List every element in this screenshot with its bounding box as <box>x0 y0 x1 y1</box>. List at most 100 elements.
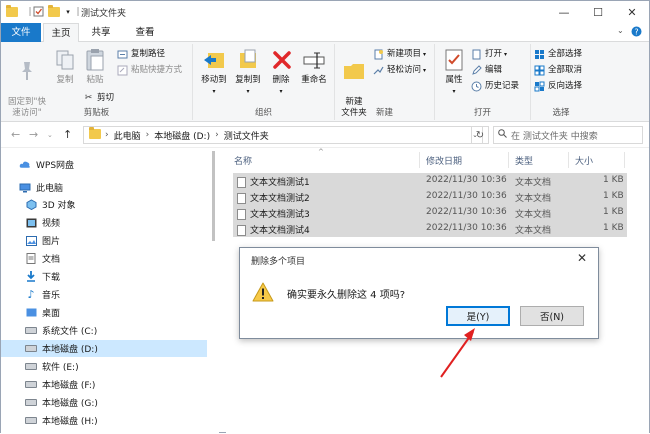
maximize-button[interactable]: ☐ <box>581 1 615 23</box>
dialog-close-icon[interactable]: ✕ <box>574 251 590 265</box>
rename-button[interactable]: 重命名 <box>297 47 331 86</box>
nav-item-pictures[interactable]: 图片 <box>1 232 207 249</box>
column-header-type[interactable]: 类型 <box>515 154 533 167</box>
collapse-ribbon-icon[interactable]: ⌄ <box>617 26 624 35</box>
tab-home[interactable]: 主页 <box>43 23 79 43</box>
help-icon[interactable]: ? <box>631 26 642 40</box>
nav-item-music[interactable]: ♪ 音乐 <box>1 286 207 303</box>
column-header-name[interactable]: 名称 <box>234 154 252 167</box>
nav-item-drive-e[interactable]: 软件 (E:) <box>1 358 207 375</box>
copy-label: 复制 <box>56 75 74 85</box>
file-row[interactable]: 文本文档测试3 2022/11/30 10:36 文本文档 1 KB <box>233 205 627 221</box>
open-icon <box>471 49 482 60</box>
nav-item-documents[interactable]: 文档 <box>1 250 207 267</box>
invert-selection-icon <box>534 81 545 92</box>
paste-button[interactable]: 粘贴 <box>81 47 109 86</box>
pin-icon <box>14 58 40 84</box>
recent-locations-chevron-icon[interactable]: ⌄ <box>47 131 53 139</box>
nav-item-3d-objects[interactable]: 3D 对象 <box>1 196 207 213</box>
easy-access-icon <box>373 65 384 76</box>
address-bar[interactable]: › 此电脑 › 本地磁盘 (D:) › 测试文件夹 ⌄ <box>83 126 483 144</box>
file-row[interactable]: 文本文档测试2 2022/11/30 10:36 文本文档 1 KB <box>233 189 627 205</box>
file-row[interactable]: 文本文档测试4 2022/11/30 10:36 文本文档 1 KB <box>233 221 627 237</box>
minimize-button[interactable]: — <box>547 1 581 23</box>
nav-pane-scrollbar-thumb[interactable] <box>212 151 215 241</box>
refresh-icon[interactable]: ↻ <box>471 126 489 144</box>
nav-item-drive-c[interactable]: 系统文件 (C:) <box>1 322 207 339</box>
paste-shortcut-button[interactable]: 粘贴快捷方式 <box>117 64 182 77</box>
nav-item-label: 桌面 <box>42 309 61 319</box>
copy-path-button[interactable]: 复制路径 <box>117 48 165 61</box>
column-header-date[interactable]: 修改日期 <box>426 154 462 167</box>
nav-item-drive-g[interactable]: 本地磁盘 (G:) <box>1 394 207 411</box>
nav-item-this-pc[interactable]: 此电脑 <box>1 179 207 196</box>
file-date: 2022/11/30 10:36 <box>426 223 507 233</box>
properties-button[interactable]: 属性 ▾ <box>439 47 469 97</box>
open-button[interactable]: 打开 ▾ <box>471 48 507 61</box>
chevron-down-icon: ▾ <box>423 51 427 58</box>
copy-to-button[interactable]: 复制到 ▾ <box>231 47 265 97</box>
column-separator <box>419 152 420 168</box>
open-group-label: 打开 <box>473 108 491 118</box>
move-to-button[interactable]: 移动到 ▾ <box>197 47 231 97</box>
nav-item-desktop[interactable]: 桌面 <box>1 304 207 321</box>
nav-item-label: WPS网盘 <box>36 161 75 171</box>
move-to-icon <box>201 47 227 73</box>
copy-button[interactable]: 复制 <box>51 47 79 86</box>
music-icon: ♪ <box>27 288 35 301</box>
desktop-icon <box>25 307 37 318</box>
edit-button[interactable]: 编辑 <box>471 64 502 77</box>
column-separator <box>624 152 625 168</box>
nav-item-drive-h[interactable]: 本地磁盘 (H:) <box>1 412 207 429</box>
file-name: 文本文档测试4 <box>237 223 310 236</box>
cut-button[interactable]: ✂ 剪切 <box>83 92 114 105</box>
breadcrumb-this-pc[interactable]: 此电脑 <box>114 129 141 142</box>
text-file-icon <box>237 209 246 220</box>
tab-view[interactable]: 查看 <box>125 23 165 42</box>
file-row[interactable]: 文本文档测试1 2022/11/30 10:36 文本文档 1 KB <box>233 173 627 189</box>
close-button[interactable]: ✕ <box>615 1 649 23</box>
forward-arrow-icon[interactable]: → <box>29 128 38 141</box>
select-all-button[interactable]: 全部选择 <box>534 48 582 61</box>
invert-selection-button[interactable]: 反向选择 <box>534 80 582 93</box>
breadcrumb-drive-d[interactable]: 本地磁盘 (D:) <box>154 129 210 142</box>
tab-file[interactable]: 文件 <box>1 23 41 42</box>
properties-quick-icon[interactable] <box>31 5 45 18</box>
ribbon: 固定到"快 速访问" 复制 粘贴 复制路径 粘贴快捷方式 ✂ 剪切 剪贴板 移动… <box>1 42 649 122</box>
window-title: 测试文件夹 <box>81 9 127 19</box>
move-to-label: 移动到 <box>201 75 227 85</box>
breadcrumb-current-folder[interactable]: 测试文件夹 <box>224 129 269 142</box>
column-header-size[interactable]: 大小 <box>575 154 593 167</box>
nav-item-label: 下载 <box>42 273 61 283</box>
history-button[interactable]: 历史记录 <box>471 80 519 93</box>
search-input[interactable]: 在 测试文件夹 中搜索 <box>493 126 643 144</box>
chevron-down-icon: ▾ <box>246 88 250 95</box>
picture-icon <box>25 235 37 246</box>
tab-share[interactable]: 共享 <box>81 23 121 42</box>
file-type: 文本文档 <box>515 226 552 236</box>
yes-button[interactable]: 是(Y) <box>446 306 510 326</box>
nav-item-videos[interactable]: 视频 <box>1 214 207 231</box>
download-icon <box>25 271 37 282</box>
3d-icon <box>25 199 37 210</box>
new-folder-quick-icon[interactable] <box>47 4 61 18</box>
title-bar: | ▾ | 测试文件夹 — ☐ ✕ <box>1 1 649 23</box>
edit-label: 编辑 <box>485 65 503 75</box>
organize-group: 移动到 ▾ 复制到 ▾ 删除 ▾ 重命名 组织 <box>193 44 335 120</box>
easy-access-button[interactable]: 轻松访问 ▾ <box>373 64 426 77</box>
file-name: 文本文档测试1 <box>237 175 310 188</box>
new-item-button[interactable]: 新建项目 ▾ <box>373 48 426 61</box>
copy-path-icon <box>117 49 128 60</box>
back-arrow-icon[interactable]: ← <box>11 128 20 141</box>
up-arrow-icon[interactable]: ↑ <box>63 128 72 141</box>
select-none-button[interactable]: 全部取消 <box>534 64 582 77</box>
nav-item-label: 软件 (E:) <box>42 363 79 373</box>
nav-item-downloads[interactable]: 下载 <box>1 268 207 285</box>
no-button[interactable]: 否(N) <box>520 306 584 326</box>
delete-button[interactable]: 删除 ▾ <box>269 47 293 97</box>
nav-item-drive-d[interactable]: 本地磁盘 (D:) <box>1 340 207 357</box>
breadcrumb-separator-icon: › <box>105 130 109 140</box>
navigation-pane: WPS网盘 此电脑 3D 对象 视频 图片 文档 下载 ♪ 音乐 桌面 系统文件… <box>1 148 207 434</box>
nav-item-wps-cloud[interactable]: WPS网盘 <box>1 156 207 173</box>
nav-item-drive-f[interactable]: 本地磁盘 (F:) <box>1 376 207 393</box>
